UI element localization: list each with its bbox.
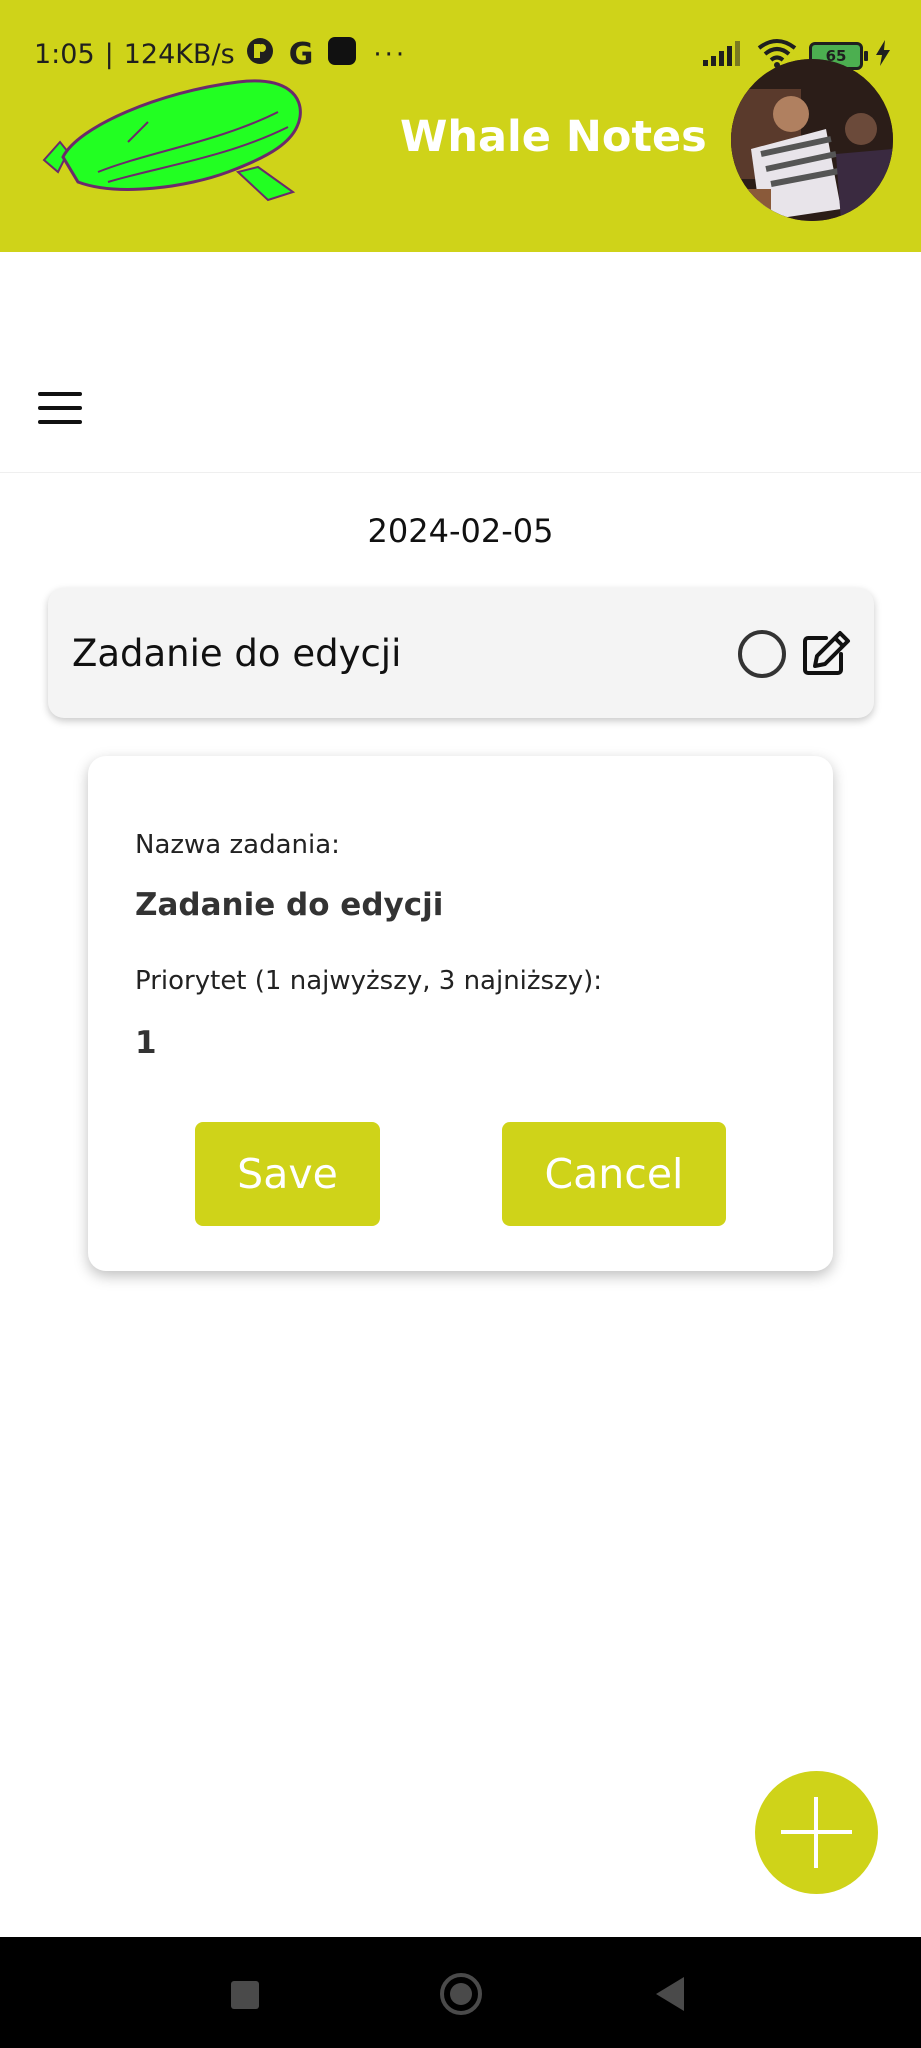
more-dots-icon: ··· — [373, 39, 408, 70]
cancel-button[interactable]: Cancel — [502, 1122, 726, 1226]
toolbar — [0, 252, 921, 473]
whale-logo-icon — [38, 72, 308, 212]
google-icon: G — [288, 37, 314, 72]
hamburger-menu-icon[interactable] — [38, 392, 82, 424]
priority-label: Priorytet (1 najwyższy, 3 najniższy): — [135, 966, 603, 996]
back-icon[interactable] — [656, 1977, 684, 2011]
vpn-icon — [245, 36, 275, 73]
app-title: Whale Notes — [400, 112, 707, 162]
circle-outline-icon[interactable] — [738, 630, 786, 678]
recents-icon[interactable] — [231, 1981, 259, 2009]
task-card[interactable]: Zadanie do edycji — [48, 588, 874, 718]
signal-icon — [703, 40, 745, 71]
charging-icon — [875, 40, 891, 71]
edit-icon[interactable] — [802, 630, 852, 681]
task-name-field[interactable]: Zadanie do edycji — [135, 887, 443, 923]
app-header: 1:05 | 124KB/s G ··· 65 Whale Notes — [0, 0, 921, 252]
status-time: 1:05 — [34, 39, 95, 70]
status-separator: | — [104, 39, 114, 70]
save-button[interactable]: Save — [195, 1122, 380, 1226]
edit-task-dialog: Nazwa zadania: Zadanie do edycji Prioryt… — [88, 756, 833, 1271]
priority-field[interactable]: 1 — [135, 1025, 157, 1061]
add-task-button[interactable] — [755, 1771, 878, 1894]
user-avatar[interactable] — [731, 59, 893, 221]
task-title: Zadanie do edycji — [72, 632, 402, 675]
task-name-label: Nazwa zadania: — [135, 830, 340, 860]
network-speed: 124KB/s — [123, 39, 235, 70]
app-icon — [327, 36, 357, 73]
home-icon[interactable] — [440, 1973, 482, 2015]
status-bar-left: 1:05 | 124KB/s G ··· — [34, 36, 407, 73]
date-label: 2024-02-05 — [367, 512, 554, 550]
